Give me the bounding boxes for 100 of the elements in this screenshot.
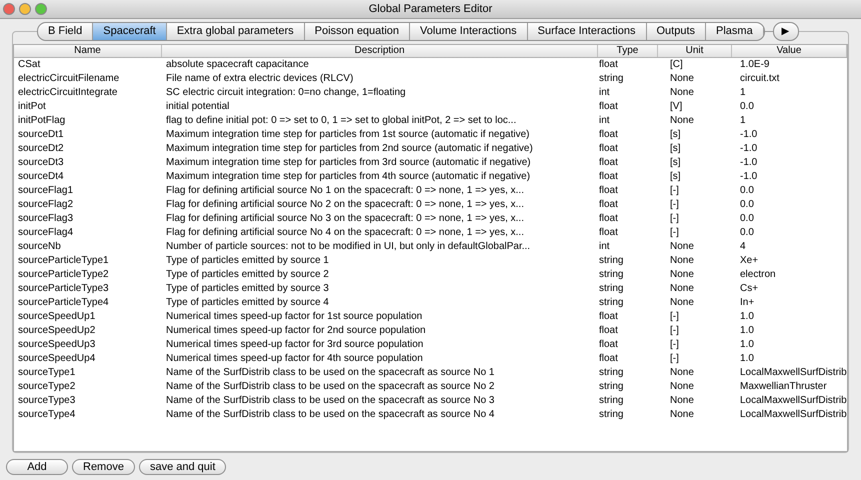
table-cell: 1.0: [740, 353, 754, 364]
table-cell: None: [670, 241, 694, 252]
column-header[interactable]: Type: [598, 45, 658, 57]
table-cell: float: [599, 353, 618, 364]
table-cell: 1: [740, 87, 746, 98]
tab-scroll-button[interactable]: ▶: [772, 22, 799, 41]
minimize-button[interactable]: [19, 3, 31, 15]
table-cell: None: [670, 73, 694, 84]
table-cell: SC electric circuit integration: 0=no change, 1=floating: [166, 87, 406, 98]
action-button[interactable]: Add: [6, 459, 68, 475]
table-cell: [s]: [670, 171, 681, 182]
tab[interactable]: Poisson equation: [304, 23, 410, 40]
table-cell: initial potential: [166, 101, 230, 112]
table-cell: int: [599, 241, 610, 252]
table-cell: float: [599, 213, 618, 224]
table-cell: [-]: [670, 213, 679, 224]
table-cell: initPotFlag: [18, 115, 66, 126]
table-cell: 0.0: [740, 185, 754, 196]
tab[interactable]: Outputs: [646, 23, 706, 40]
tab[interactable]: Spacecraft: [93, 23, 167, 40]
table-cell: circuit.txt: [740, 73, 780, 84]
table-cell: [-]: [670, 339, 679, 350]
table-cell: float: [599, 199, 618, 210]
table-cell: sourceFlag4: [18, 227, 74, 238]
table-cell: Numerical times speed-up factor for 4th source population: [166, 353, 423, 364]
table-cell: sourceType2: [18, 381, 76, 392]
table-cell: MaxwellianThruster: [740, 381, 827, 392]
table-cell: Name of the SurfDistrib class to be used on the spacecraft as source No 3: [166, 395, 494, 406]
table-cell: string: [599, 381, 624, 392]
table-cell: None: [670, 269, 694, 280]
zoom-button[interactable]: [35, 3, 47, 15]
table-cell: float: [599, 339, 618, 350]
table-cell: In+: [740, 297, 754, 308]
table-cell: [-]: [670, 227, 679, 238]
table-cell: sourceFlag1: [18, 185, 74, 196]
table-cell: float: [599, 185, 618, 196]
table-cell: sourceType4: [18, 409, 76, 420]
table-cell: string: [599, 409, 624, 420]
table-cell: Maximum integration time step for particles from 2nd source (automatic if negative): [166, 143, 533, 154]
table-cell: sourceDt4: [18, 171, 64, 182]
action-button[interactable]: Remove: [72, 459, 135, 475]
table-cell: sourceType3: [18, 395, 76, 406]
table-cell: -1.0: [740, 157, 758, 168]
table-cell: None: [670, 87, 694, 98]
table-cell: Numerical times speed-up factor for 3rd source population: [166, 339, 424, 350]
table-cell: Number of particle sources: not to be modified in UI, but only in defaultGlobalPar...: [166, 241, 530, 252]
table-cell: File name of extra electric devices (RLCV): [166, 73, 354, 84]
column-header[interactable]: Unit: [658, 45, 732, 57]
table-cell: flag to define initial pot: 0 => set to 0, 1 => set to global initPot, 2 => set to loc...: [166, 115, 516, 126]
table-cell: sourceParticleType4: [18, 297, 109, 308]
table-cell: 1.0E-9: [740, 59, 770, 70]
table-cell: electricCircuitFilename: [18, 73, 120, 84]
table-cell: Maximum integration time step for particles from 4th source (automatic if negative): [166, 171, 530, 182]
tab[interactable]: Plasma: [706, 23, 764, 40]
column-header[interactable]: Name: [14, 45, 162, 57]
table-cell: Name of the SurfDistrib class to be used on the spacecraft as source No 4: [166, 409, 494, 420]
table-cell: string: [599, 269, 624, 280]
table-cell: None: [670, 297, 694, 308]
column-header[interactable]: Value: [732, 45, 847, 57]
table-cell: [-]: [670, 199, 679, 210]
table-cell: None: [670, 283, 694, 294]
tab[interactable]: Surface Interactions: [528, 23, 646, 40]
table-cell: [s]: [670, 157, 681, 168]
table-cell: Name of the SurfDistrib class to be used on the spacecraft as source No 2: [166, 381, 494, 392]
table-cell: sourceSpeedUp1: [18, 311, 96, 322]
table-cell: LocalMaxwellSurfDistrib: [740, 395, 847, 406]
table-cell: sourceFlag3: [18, 213, 74, 224]
table-cell: sourceSpeedUp2: [18, 325, 96, 336]
table-cell: [-]: [670, 353, 679, 364]
table-cell: string: [599, 255, 624, 266]
table-cell: None: [670, 367, 694, 378]
table-cell: Name of the SurfDistrib class to be used on the spacecraft as source No 1: [166, 367, 494, 378]
table-cell: sourceSpeedUp4: [18, 353, 96, 364]
table-cell: None: [670, 115, 694, 126]
table-cell: -1.0: [740, 143, 758, 154]
table-cell: float: [599, 59, 618, 70]
table-cell: None: [670, 409, 694, 420]
table-cell: 0.0: [740, 101, 754, 112]
table-cell: float: [599, 129, 618, 140]
table-cell: [-]: [670, 325, 679, 336]
column-header[interactable]: Description: [162, 45, 598, 57]
table-cell: 1: [740, 115, 746, 126]
table-cell: electron: [740, 269, 776, 280]
table-cell: [V]: [670, 101, 682, 112]
table-cell: float: [599, 101, 618, 112]
window-title: Global Parameters Editor: [368, 2, 492, 17]
table-cell: string: [599, 367, 624, 378]
table-cell: sourceType1: [18, 367, 76, 378]
tab[interactable]: Extra global parameters: [166, 23, 305, 40]
table-cell: string: [599, 297, 624, 308]
table-cell: 4: [740, 241, 746, 252]
table-cell: Flag for defining artificial source No 4 on the spacecraft: 0 => none, 1 => yes, x...: [166, 227, 524, 238]
close-button[interactable]: [3, 3, 15, 15]
table-cell: string: [599, 395, 624, 406]
tab[interactable]: Volume Interactions: [410, 23, 528, 40]
table-cell: Flag for defining artificial source No 3 on the spacecraft: 0 => none, 1 => yes, x...: [166, 213, 524, 224]
table-cell: 1.0: [740, 311, 754, 322]
action-button[interactable]: save and quit: [138, 459, 226, 475]
table-cell: sourceDt2: [18, 143, 64, 154]
table-cell: CSat: [18, 59, 40, 70]
